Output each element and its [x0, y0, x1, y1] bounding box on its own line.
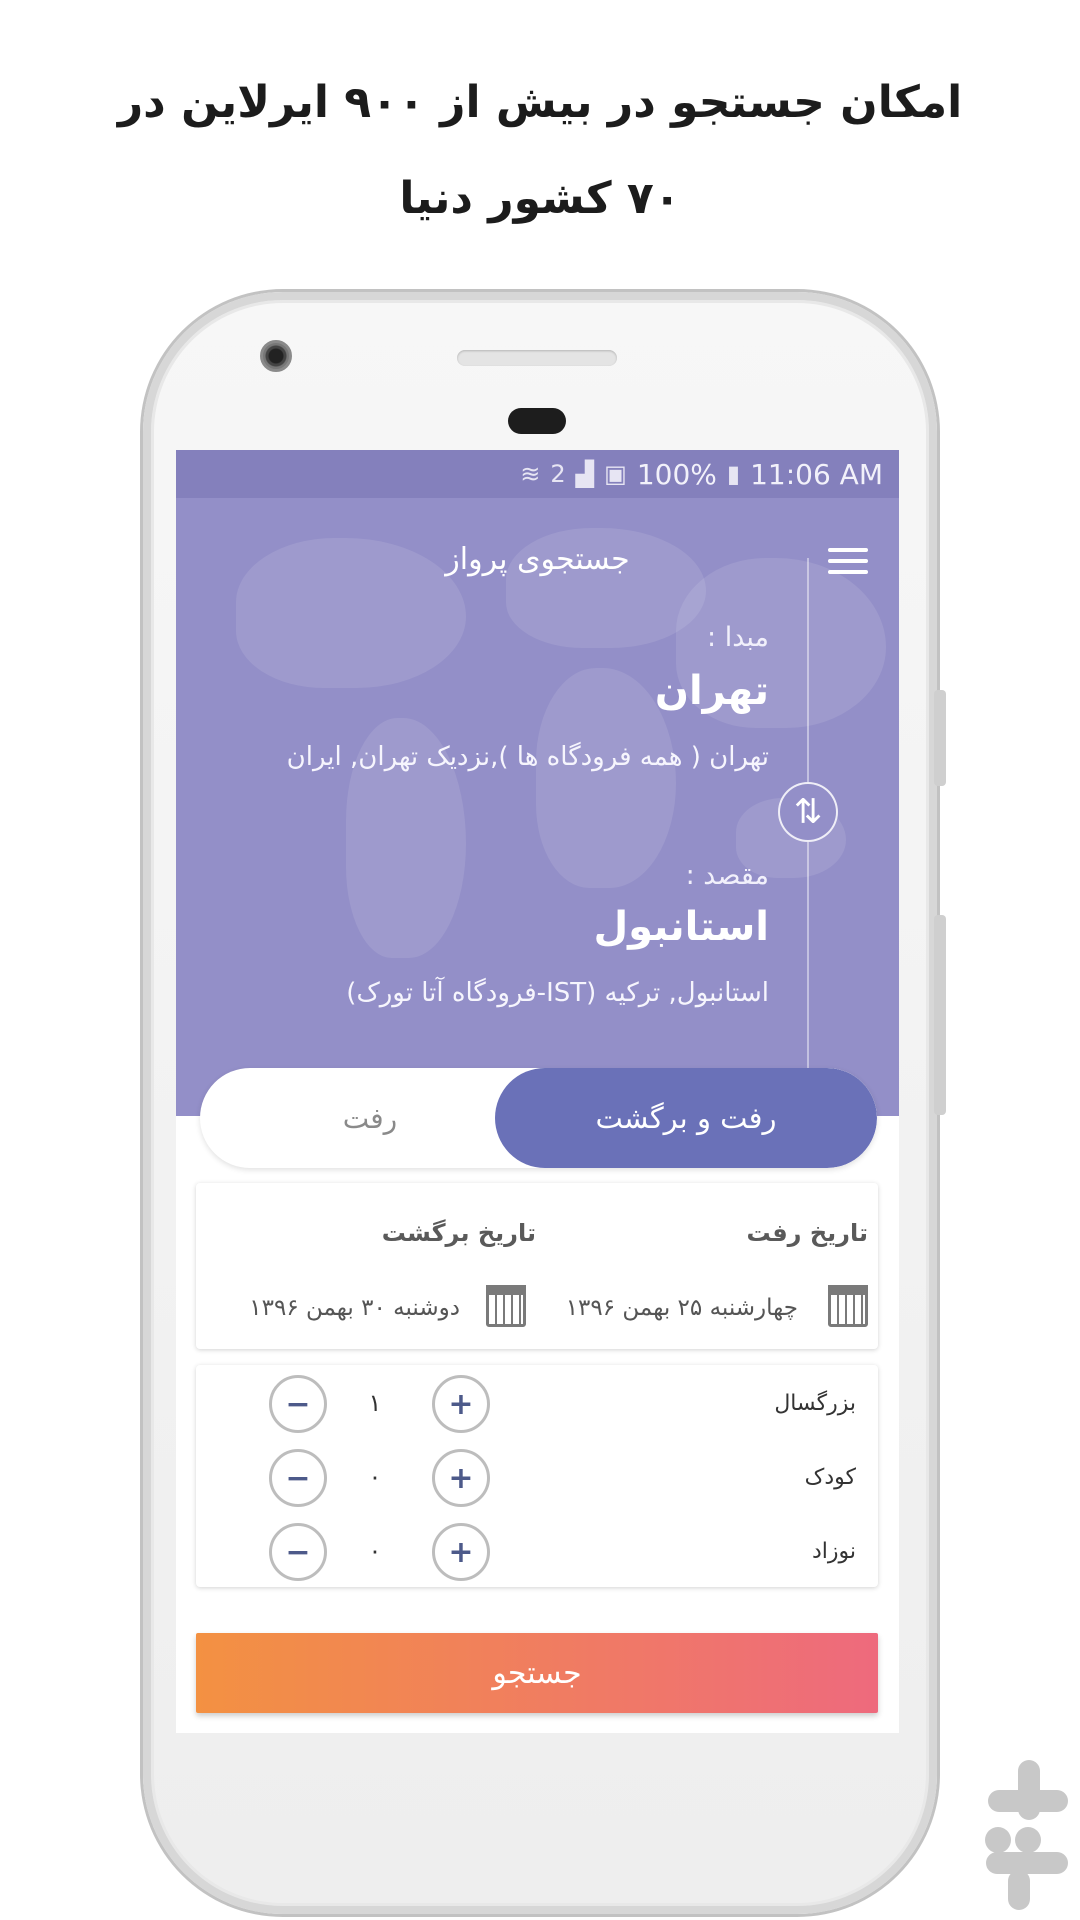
swap-route-button[interactable]: ⇅ — [778, 782, 838, 842]
destination-city[interactable]: استانبول — [593, 904, 769, 950]
calendar-icon[interactable] — [486, 1285, 526, 1327]
return-date-value[interactable]: دوشنبه ۳۰ بهمن ۱۳۹۶ — [249, 1295, 460, 1321]
increment-button[interactable]: + — [432, 1523, 490, 1581]
decrement-button[interactable]: − — [269, 1449, 327, 1507]
passengers-card: بزرگسال + ۱ − کودک + ۰ − نوزاد + ۰ − — [196, 1365, 878, 1587]
passenger-count: ۰ — [368, 1463, 382, 1491]
origin-city[interactable]: تهران — [655, 668, 769, 714]
phone-side-button — [934, 690, 946, 786]
depart-date-value[interactable]: چهارشنبه ۲۵ بهمن ۱۳۹۶ — [566, 1295, 798, 1321]
promo-line-1: امکان جستجو در بیش از ۹۰۰ ایرلاین در — [117, 77, 963, 128]
promo-headline: امکان جستجو در بیش از ۹۰۰ ایرلاین در ۷۰ … — [0, 55, 1080, 247]
clock: 11:06 AM — [750, 457, 883, 491]
passenger-row-infant: نوزاد + ۰ − — [196, 1523, 878, 1583]
passenger-label: کودک — [804, 1465, 856, 1490]
swap-arrows-icon: ⇅ — [793, 792, 823, 832]
front-camera — [260, 340, 292, 372]
destination-label: مقصد : — [685, 860, 769, 891]
sim-badge: 2 — [550, 460, 566, 488]
phone-volume-button — [934, 915, 946, 1115]
passenger-label: بزرگسال — [774, 1391, 856, 1416]
calendar-icon[interactable] — [828, 1285, 868, 1327]
passenger-row-child: کودک + ۰ − — [196, 1449, 878, 1509]
flight-hero-panel: جستجوی پرواز ⇅ مبدا : تهران تهران ( همه … — [176, 498, 899, 1116]
tab-one-way[interactable]: رفت — [200, 1068, 540, 1168]
origin-label: مبدا : — [707, 622, 769, 653]
increment-button[interactable]: + — [432, 1375, 490, 1433]
app-screen: ≋ 2 ▟ ▣ 100% ▮ 11:06 AM جستجوی پرواز ⇅ م… — [176, 450, 899, 1733]
battery-percent: 100% — [636, 457, 717, 491]
origin-detail[interactable]: تهران ( همه فرودگاه ها ),نزدیک تهران, ای… — [287, 742, 769, 772]
passenger-count: ۱ — [368, 1389, 382, 1417]
promo-line-2: ۷۰ کشور دنیا — [399, 173, 681, 224]
passenger-row-adult: بزرگسال + ۱ − — [196, 1375, 878, 1435]
page-title: جستجوی پرواز — [445, 542, 630, 577]
destination-detail[interactable]: استانبول, ترکیه (IST-فرودگاه آتا تورک) — [346, 978, 769, 1008]
proximity-sensor — [508, 408, 566, 434]
signal-icon-2: ▣ — [604, 460, 627, 488]
depart-date-label: تاریخ رفت — [746, 1219, 868, 1247]
status-bar: ≋ 2 ▟ ▣ 100% ▮ 11:06 AM — [176, 450, 899, 498]
wifi-icon: ≋ — [520, 460, 541, 488]
store-logo-icon — [985, 1760, 1068, 1910]
decrement-button[interactable]: − — [269, 1523, 327, 1581]
passenger-label: نوزاد — [811, 1539, 856, 1564]
battery-icon: ▮ — [726, 460, 741, 488]
passenger-count: ۰ — [368, 1537, 382, 1565]
earpiece-speaker — [457, 350, 617, 366]
signal-icon: ▟ — [575, 460, 595, 488]
return-date-label: تاریخ برگشت — [381, 1219, 536, 1247]
search-button[interactable]: جستجو — [196, 1633, 878, 1713]
increment-button[interactable]: + — [432, 1449, 490, 1507]
hamburger-menu-icon[interactable] — [828, 548, 868, 578]
dates-card: تاریخ رفت تاریخ برگشت چهارشنبه ۲۵ بهمن ۱… — [196, 1183, 878, 1349]
tab-round-trip[interactable]: رفت و برگشت — [495, 1068, 877, 1168]
decrement-button[interactable]: − — [269, 1375, 327, 1433]
trip-type-toggle: رفت رفت و برگشت — [200, 1068, 877, 1168]
